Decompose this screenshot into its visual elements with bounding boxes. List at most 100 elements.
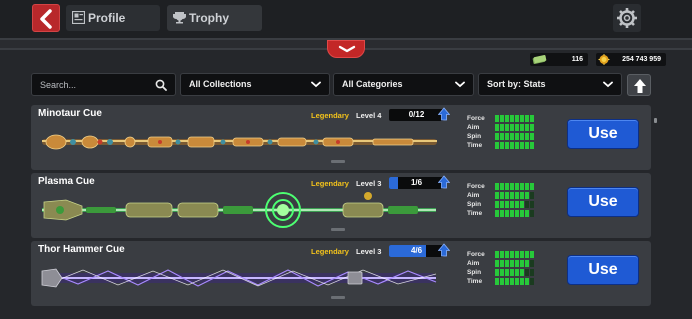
stat-segment <box>525 133 529 140</box>
stat-segment <box>510 142 514 149</box>
stat-segment <box>500 115 504 122</box>
use-button[interactable]: Use <box>567 255 639 285</box>
back-button[interactable] <box>32 4 60 32</box>
cue-level: Level 3 <box>356 247 382 256</box>
upgrade-arrow-icon[interactable] <box>438 107 450 121</box>
stat-segment <box>495 201 499 208</box>
upgrade-arrow-icon[interactable] <box>438 243 450 257</box>
chevron-down-icon <box>311 81 321 88</box>
cue-variants-indicator <box>331 296 345 299</box>
stat-segment <box>525 269 529 276</box>
sort-dropdown-value: Sort by: Stats <box>487 79 546 89</box>
upgrade-progress-text: 4/6 <box>410 246 423 255</box>
stat-segment <box>525 278 529 285</box>
stat-segment <box>510 115 514 122</box>
upgrade-arrow-icon[interactable] <box>438 175 450 189</box>
stat-bar <box>495 260 535 267</box>
stat-segment <box>515 115 519 122</box>
stat-spin: Spin <box>467 200 539 209</box>
stat-segment <box>530 251 534 258</box>
stat-segment <box>515 133 519 140</box>
stat-bar <box>495 251 535 258</box>
stat-segment <box>505 260 509 267</box>
stat-segment <box>500 192 504 199</box>
stat-segment <box>495 133 499 140</box>
tab-profile[interactable]: Profile <box>66 5 160 31</box>
cue-row-plasma[interactable]: Plasma Cue Legendary Level 3 1/6 Force A… <box>31 173 651 238</box>
stat-segment <box>530 133 534 140</box>
search-input[interactable] <box>40 78 150 92</box>
tab-profile-label: Profile <box>88 11 126 25</box>
stat-bar <box>495 142 535 149</box>
back-arrow-icon <box>40 9 52 29</box>
stat-segment <box>520 278 524 285</box>
search-box <box>31 73 176 96</box>
cue-level: Level 3 <box>356 179 382 188</box>
stat-aim: Aim <box>467 123 539 132</box>
stat-segment <box>500 278 504 285</box>
settings-button[interactable] <box>613 4 641 32</box>
category-dropdown-value: All Categories <box>342 79 403 89</box>
stat-segment <box>520 115 524 122</box>
cue-row-minotaur[interactable]: Minotaur Cue Legendary Level 4 0/12 Forc… <box>31 105 651 170</box>
upgrade-progress: 4/6 <box>389 245 444 257</box>
stat-segment <box>525 201 529 208</box>
tab-trophy-road[interactable]: Trophy Road <box>167 5 262 51</box>
collapse-button[interactable] <box>327 40 365 58</box>
stat-segment <box>500 201 504 208</box>
stat-segment <box>525 210 529 217</box>
coins-icon <box>598 54 610 65</box>
stat-aim: Aim <box>467 191 539 200</box>
stat-segment <box>520 192 524 199</box>
stat-segment <box>530 192 534 199</box>
sort-direction-button[interactable] <box>627 74 651 96</box>
stat-segment <box>515 210 519 217</box>
chevron-down-icon <box>338 45 356 53</box>
top-bar: Profile Trophy Road <box>0 0 692 51</box>
stat-segment <box>510 251 514 258</box>
stat-segment <box>500 269 504 276</box>
stat-segment <box>505 133 509 140</box>
list-scrollbar[interactable] <box>654 118 657 123</box>
stat-spin: Spin <box>467 132 539 141</box>
stat-segment <box>505 201 509 208</box>
stat-segment <box>520 210 524 217</box>
cue-row-thor-hammer[interactable]: Thor Hammer Cue Legendary Level 3 4/6 Fo… <box>31 241 651 306</box>
cash-balance: 116 <box>530 53 588 66</box>
stat-segment <box>530 124 534 131</box>
stat-segment <box>500 124 504 131</box>
category-dropdown[interactable]: All Categories <box>333 73 474 96</box>
search-icon[interactable] <box>155 79 167 91</box>
stat-segment <box>515 124 519 131</box>
upgrade-progress-text: 1/6 <box>410 178 423 187</box>
stat-segment <box>515 142 519 149</box>
stat-bar <box>495 115 535 122</box>
stat-segment <box>525 192 529 199</box>
stat-segment <box>500 210 504 217</box>
stat-segment <box>500 183 504 190</box>
stat-segment <box>500 260 504 267</box>
cue-collection-screen: Profile Trophy Road <box>0 0 692 319</box>
stat-segment <box>510 278 514 285</box>
stat-segment <box>505 124 509 131</box>
stat-bar <box>495 201 535 208</box>
stat-force: Force <box>467 182 539 191</box>
stat-segment <box>510 210 514 217</box>
stat-segment <box>520 251 524 258</box>
stat-segment <box>500 142 504 149</box>
use-button[interactable]: Use <box>567 119 639 149</box>
stat-segment <box>525 260 529 267</box>
sort-dropdown[interactable]: Sort by: Stats <box>478 73 622 96</box>
cue-stats: Force Aim Spin Time <box>467 182 539 218</box>
stat-segment <box>520 124 524 131</box>
collection-dropdown[interactable]: All Collections <box>180 73 330 96</box>
stat-segment <box>525 251 529 258</box>
upgrade-progress: 1/6 <box>389 177 444 189</box>
stat-segment <box>515 201 519 208</box>
cue-rarity: Legendary <box>311 111 349 120</box>
stat-segment <box>505 183 509 190</box>
stat-segment <box>495 183 499 190</box>
stat-segment <box>495 124 499 131</box>
use-button[interactable]: Use <box>567 187 639 217</box>
stat-segment <box>505 115 509 122</box>
